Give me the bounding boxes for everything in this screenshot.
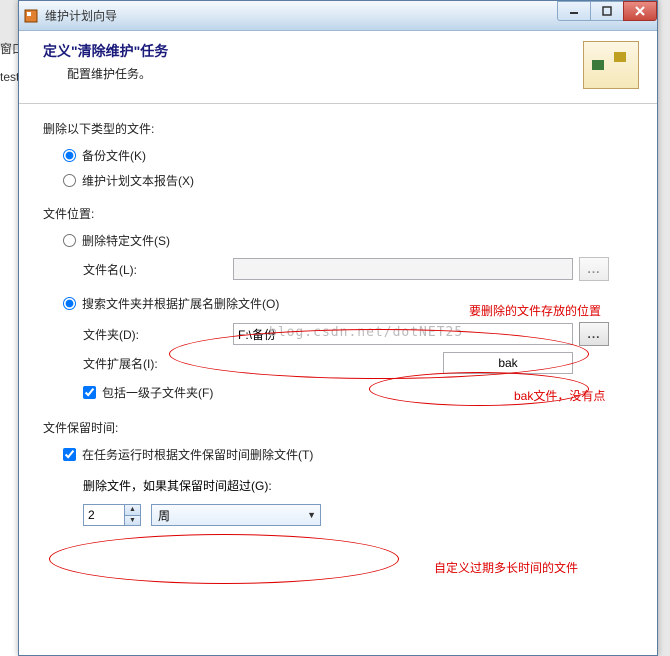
radio-search-folder[interactable] xyxy=(63,297,76,310)
radio-search-folder-label: 搜索文件夹并根据扩展名删除文件(O) xyxy=(82,295,279,312)
minimize-button[interactable] xyxy=(557,1,591,21)
app-icon xyxy=(23,8,39,24)
filename-input xyxy=(233,258,573,280)
wizard-header: 定义"清除维护"任务 配置维护任务。 xyxy=(19,31,657,104)
dialog-window: 维护计划向导 定义"清除维护"任务 配置维护任务。 删除以下类型的文件: 备份文… xyxy=(18,0,658,656)
checkbox-delete-by-age-label: 在任务运行时根据文件保留时间删除文件(T) xyxy=(82,446,313,463)
dialog-content: 删除以下类型的文件: 备份文件(K) 维护计划文本报告(X) 文件位置: 删除特… xyxy=(19,104,657,542)
browse-filename-button: ... xyxy=(579,257,609,281)
spinner-down-icon[interactable]: ▼ xyxy=(125,516,140,526)
browse-folder-button[interactable]: ... xyxy=(579,322,609,346)
section-location-label: 文件位置: xyxy=(43,205,633,222)
radio-backup-file[interactable] xyxy=(63,149,76,162)
ext-input[interactable] xyxy=(443,352,573,374)
section-retain-label: 文件保留时间: xyxy=(43,419,633,436)
window-title: 维护计划向导 xyxy=(45,7,117,24)
radio-delete-specific-label: 删除特定文件(S) xyxy=(82,232,170,249)
wizard-title: 定义"清除维护"任务 xyxy=(43,41,168,61)
age-unit-select[interactable]: 周 ▼ xyxy=(151,504,321,526)
bg-fragment-test: test xyxy=(0,70,19,84)
checkbox-include-subfolder-label: 包括一级子文件夹(F) xyxy=(102,384,213,401)
spinner-up-icon[interactable]: ▲ xyxy=(125,505,140,516)
radio-delete-specific[interactable] xyxy=(63,234,76,247)
chevron-down-icon: ▼ xyxy=(307,510,316,520)
age-unit-value: 周 xyxy=(158,507,170,524)
threshold-label: 删除文件，如果其保留时间超过(G): xyxy=(83,477,633,494)
filename-label: 文件名(L): xyxy=(83,261,233,278)
section-delete-type-label: 删除以下类型的文件: xyxy=(43,120,633,137)
annotation-ellipse-age xyxy=(49,534,399,584)
folder-label: 文件夹(D): xyxy=(83,326,233,343)
watermark-text: blog.csdn.net/dotNET25 xyxy=(269,325,463,340)
ext-label: 文件扩展名(I): xyxy=(83,355,233,372)
wizard-subtitle: 配置维护任务。 xyxy=(67,65,168,82)
close-button[interactable] xyxy=(623,1,657,21)
age-number-input[interactable] xyxy=(84,505,124,525)
maximize-button[interactable] xyxy=(590,1,624,21)
checkbox-delete-by-age[interactable] xyxy=(63,448,76,461)
annotation-text-age: 自定义过期多长时间的文件 xyxy=(434,559,578,576)
titlebar: 维护计划向导 xyxy=(19,1,657,31)
wizard-icon xyxy=(583,41,639,89)
checkbox-include-subfolder[interactable] xyxy=(83,386,96,399)
radio-report-file-label: 维护计划文本报告(X) xyxy=(82,172,194,189)
radio-backup-file-label: 备份文件(K) xyxy=(82,147,146,164)
radio-report-file[interactable] xyxy=(63,174,76,187)
age-number-spinner[interactable]: ▲ ▼ xyxy=(83,504,141,526)
